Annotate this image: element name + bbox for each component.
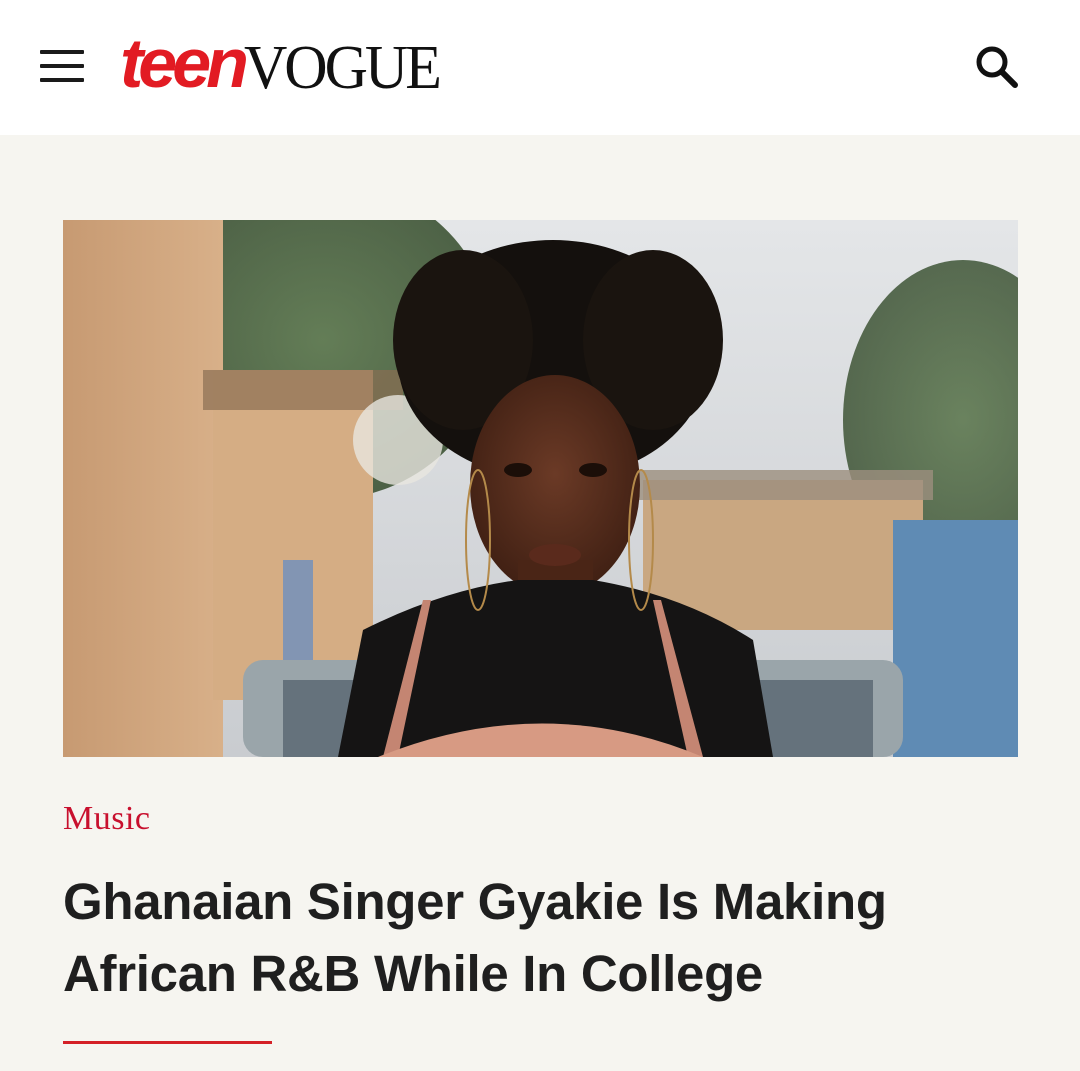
logo-vogue-text: VOGUE bbox=[243, 32, 442, 102]
category-label[interactable]: Music bbox=[63, 800, 151, 838]
hero-image[interactable] bbox=[63, 220, 1018, 757]
search-icon[interactable] bbox=[972, 42, 1022, 92]
article-headline[interactable]: Ghanaian Singer Gyakie Is Making African… bbox=[63, 866, 1003, 1010]
logo-teen-text: teen bbox=[120, 24, 249, 102]
site-header: teen VOGUE bbox=[0, 0, 1080, 135]
hamburger-menu-icon[interactable] bbox=[40, 50, 84, 82]
headline-divider bbox=[63, 1041, 272, 1044]
site-logo[interactable]: teen VOGUE bbox=[120, 24, 442, 102]
